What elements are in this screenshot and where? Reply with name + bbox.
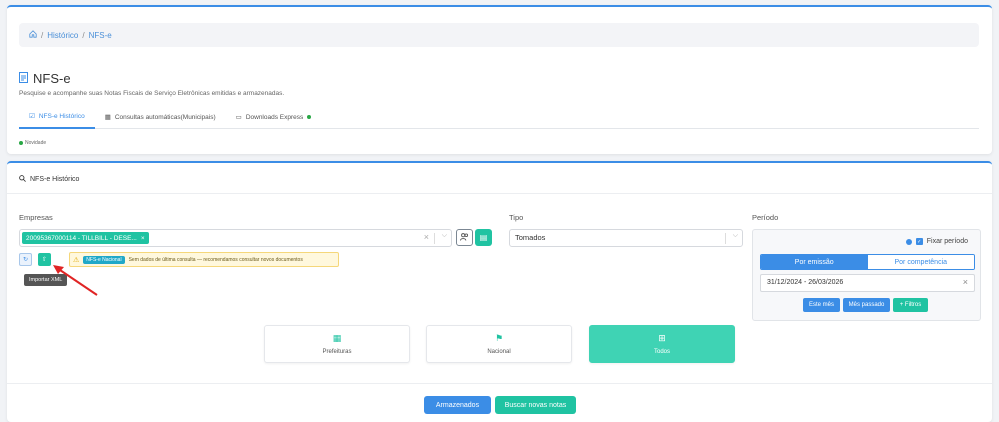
chip-remove-icon[interactable]: × (141, 235, 145, 242)
source-prefeituras[interactable]: ▦ Prefeituras (264, 325, 410, 363)
search-grid-icon: ⊞ (658, 333, 666, 343)
new-dot-icon (307, 115, 312, 119)
refresh-button[interactable]: ↻ (19, 253, 32, 266)
checkbox-checked-icon[interactable]: ✓ (915, 238, 923, 245)
page-header: NFS-e Pesquise e acompanhe suas Notas Fi… (19, 71, 284, 97)
page-subtitle: Pesquise e acompanhe suas Notas Fiscais … (19, 90, 285, 97)
este-mes-button[interactable]: Este mês (803, 298, 840, 312)
divider (7, 193, 992, 194)
panel-title: NFS-e Histórico (19, 175, 79, 184)
tabs: ☑ NFS-e Histórico ▦ Consultas automática… (19, 105, 979, 129)
empresas-label: Empresas (19, 213, 53, 222)
tab-consultas-automaticas[interactable]: ▦ Consultas automáticas(Municipais) (95, 105, 226, 129)
breadcrumb-separator: / (41, 30, 44, 40)
breadcrumb-separator: / (82, 30, 85, 40)
annotation-arrow-icon (53, 265, 98, 296)
novidade-legend: Novidade (19, 140, 46, 146)
header-card: / Histórico / NFS-e NFS-e Pesquise e aco… (7, 5, 992, 154)
chevron-down-icon[interactable]: ⌵ (733, 232, 738, 240)
buscar-novas-notas-button[interactable]: Buscar novas notas (495, 396, 576, 414)
por-competencia-toggle[interactable]: Por competência (867, 255, 974, 269)
alert-nacional: ⚠ NFS-e Nacional Sem dados de última con… (69, 252, 339, 267)
empresa-chip: 20095367000114 - TILLBILL - DESE... × (22, 232, 149, 244)
users-icon (460, 232, 469, 243)
building-icon: ▦ (332, 333, 342, 343)
users-button[interactable] (456, 229, 473, 246)
breadcrumb-nfse[interactable]: NFS-e (89, 31, 112, 40)
calendar-icon: ▦ (104, 114, 111, 121)
select-separator (725, 233, 726, 244)
breadcrumb: / Histórico / NFS-e (19, 23, 979, 47)
periodo-label: Período (752, 213, 779, 222)
tab-nfse-historico[interactable]: ☑ NFS-e Histórico (19, 105, 95, 129)
breadcrumb-historico[interactable]: Histórico (47, 31, 78, 40)
info-icon (905, 238, 912, 245)
mes-passado-button[interactable]: Mês passado (843, 298, 890, 312)
tipo-label: Tipo (509, 213, 524, 222)
source-todos[interactable]: ⊞ Todos (589, 325, 735, 363)
new-dot-icon (19, 141, 23, 145)
clear-icon[interactable]: × (424, 232, 429, 242)
home-icon[interactable] (29, 30, 37, 40)
fixar-periodo[interactable]: ✓ Fixar período (905, 238, 968, 245)
select-separator (434, 233, 435, 244)
divider (7, 383, 992, 384)
page-title: NFS-e (19, 71, 284, 86)
source-nacional[interactable]: ⚑ Nacional (426, 325, 572, 363)
tab-downloads-express[interactable]: ▭ Downloads Express (226, 105, 322, 129)
filtros-button[interactable]: + Filtros (893, 298, 928, 312)
chevron-down-icon[interactable]: ⌵ (442, 232, 447, 240)
tipo-select[interactable]: Tomados ⌵ (509, 229, 743, 247)
periodo-box: ✓ Fixar período Por emissão Por competên… (752, 229, 981, 321)
flag-icon: ⚑ (494, 333, 504, 343)
por-emissao-toggle[interactable]: Por emissão (761, 255, 868, 269)
edit-icon: ☑ (29, 113, 35, 120)
refresh-icon: ↻ (22, 257, 29, 263)
date-range-input[interactable]: 31/12/2024 - 26/03/2026 × (760, 274, 975, 292)
armazenados-button[interactable]: Armazenados (424, 396, 491, 414)
search-icon (19, 175, 26, 184)
import-xml-button[interactable]: ⇧ (38, 253, 51, 266)
historico-panel: NFS-e Histórico Empresas 20095367000114 … (7, 161, 992, 422)
clear-date-icon[interactable]: × (963, 277, 968, 287)
file-icon: ▤ (479, 233, 488, 242)
empresas-select[interactable]: 20095367000114 - TILLBILL - DESE... × × … (19, 229, 452, 247)
upload-icon: ⇧ (41, 257, 48, 263)
document-button[interactable]: ▤ (475, 229, 492, 246)
document-icon (19, 71, 28, 86)
folder-icon: ▭ (235, 114, 242, 121)
periodo-toggle: Por emissão Por competência (760, 254, 975, 270)
alert-text: Sem dados de última consulta — recomenda… (128, 256, 303, 263)
